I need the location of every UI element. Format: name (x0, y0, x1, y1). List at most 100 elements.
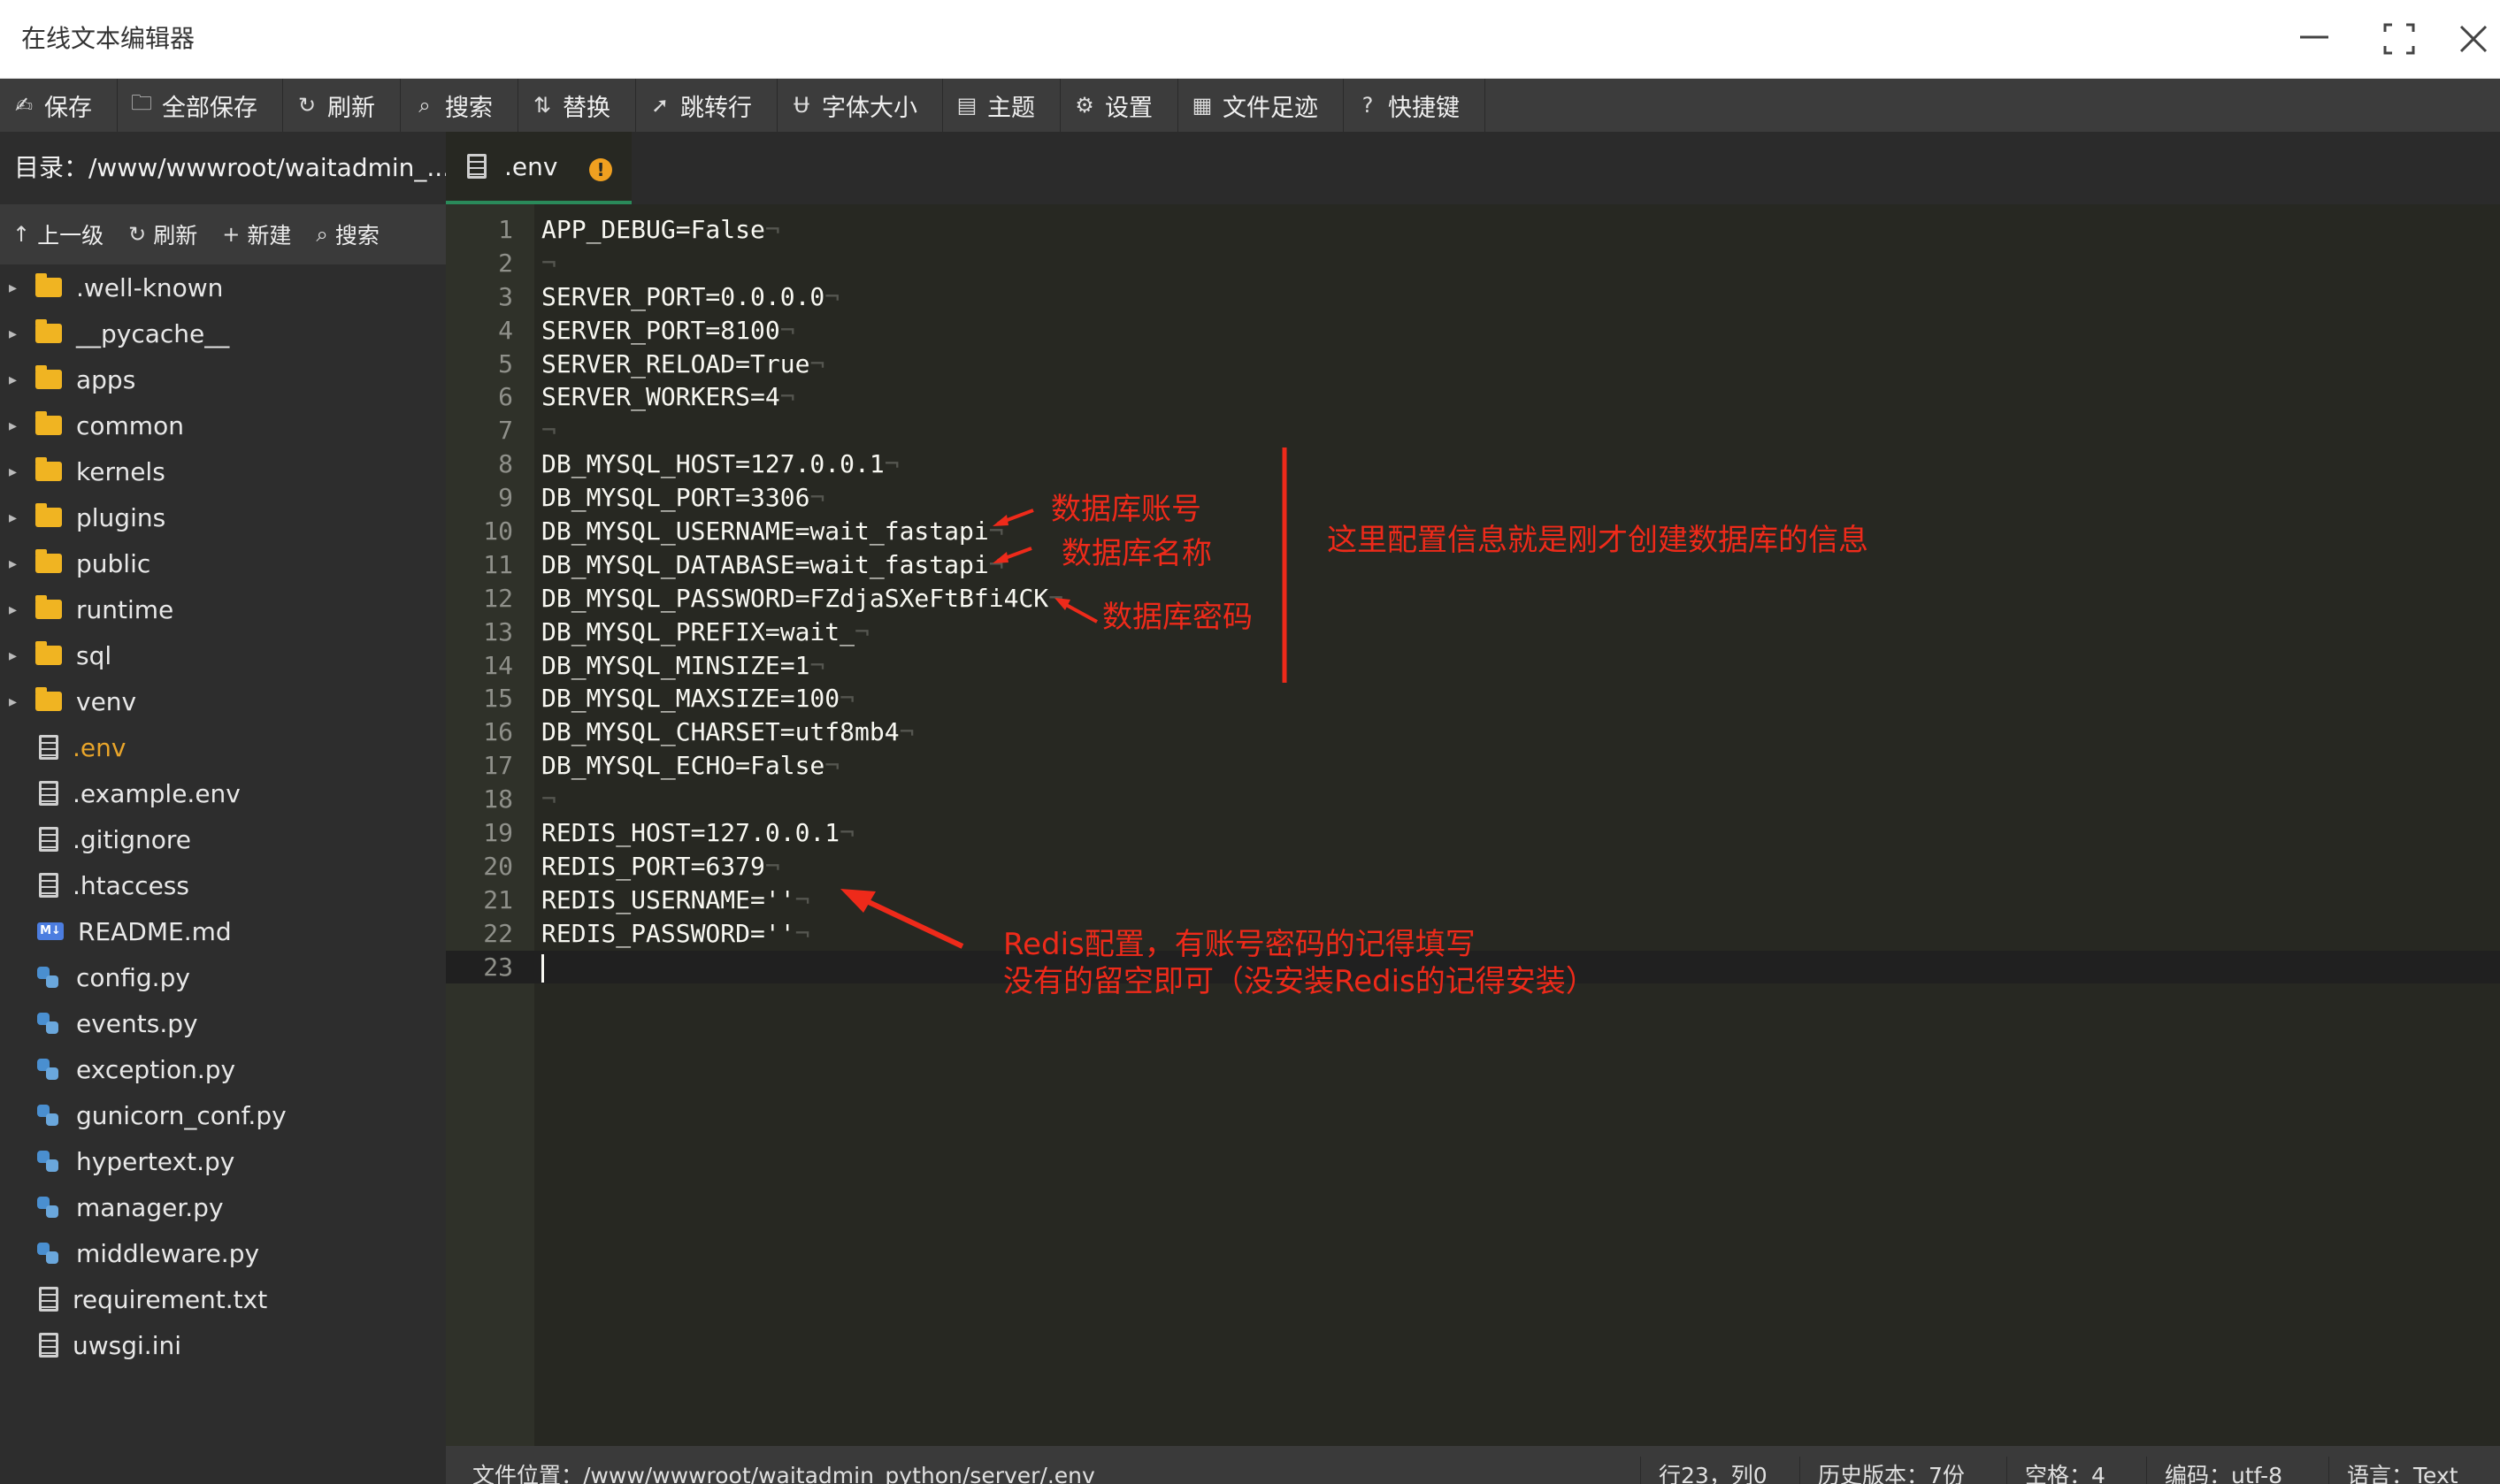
folder-item[interactable]: ▸ kernels (0, 448, 446, 494)
code-content: SERVER_WORKERS=4 (541, 382, 780, 412)
toolbar-button-6[interactable]: Ʉ 字体大小 (778, 79, 943, 132)
file-name: .example.env (73, 778, 241, 808)
folder-item[interactable]: ▸ .well-known (0, 264, 446, 310)
toolbar-button-7[interactable]: ▤ 主题 (943, 79, 1061, 132)
folder-icon (35, 273, 62, 297)
code-line[interactable]: 2 ¬ (446, 247, 2500, 280)
python-file-icon (37, 1243, 58, 1264)
expand-caret-icon: ▸ (9, 278, 18, 297)
code-lines[interactable]: 1 APP_DEBUG=False¬ 2 ¬ 3 SERVER_PORT=0.0.0.0¬… (446, 213, 2500, 984)
code-text: REDIS_USERNAME=''¬ (541, 884, 809, 917)
code-line[interactable]: 17 DB_MYSQL_ECHO=False¬ (446, 749, 2500, 783)
folder-item[interactable]: ▸ plugins (0, 494, 446, 540)
eol-marker: ¬ (884, 449, 900, 479)
code-line[interactable]: 3 SERVER_PORT=0.0.0.0¬ (446, 280, 2500, 314)
file-item[interactable]: exception.py (0, 1046, 446, 1092)
status-encoding[interactable]: 编码：utf-8 (2146, 1457, 2300, 1484)
explorer-tool-icon: ⌕ (316, 222, 328, 247)
file-item[interactable]: uwsgi.ini (0, 1322, 446, 1368)
folder-icon (35, 641, 62, 665)
line-number: 3 (498, 281, 513, 311)
toolbar-button-2[interactable]: ↻ 刷新 (283, 79, 401, 132)
file-item[interactable]: .example.env (0, 770, 446, 816)
toolbar-button-0[interactable]: ✍ 保存 (0, 79, 118, 132)
toolbar-button-10[interactable]: ? 快捷键 (1344, 79, 1485, 132)
tab-env[interactable]: .env ! (446, 132, 632, 204)
code-content: REDIS_USERNAME='' (541, 884, 795, 914)
eol-marker: ¬ (779, 382, 795, 412)
toolbar-icon: ▤ (956, 93, 978, 118)
explorer-tool-button-3[interactable]: ⌕ 搜索 (303, 204, 391, 264)
code-line[interactable]: 18 ¬ (446, 783, 2500, 816)
explorer-tool-button-0[interactable]: ↑ 上一级 (0, 204, 116, 264)
explorer-tool-button-1[interactable]: ↻ 刷新 (116, 204, 210, 264)
toolbar-button-8[interactable]: ⚙ 设置 (1061, 79, 1178, 132)
toolbar-button-9[interactable]: ▦ 文件足迹 (1178, 79, 1344, 132)
folder-item[interactable]: ▸ common (0, 402, 446, 448)
file-item[interactable]: .env (0, 724, 446, 770)
code-line[interactable]: 19 REDIS_HOST=127.0.0.1¬ (446, 816, 2500, 850)
eol-marker: ¬ (1048, 583, 1064, 613)
file-item[interactable]: requirement.txt (0, 1276, 446, 1322)
file-name: kernels (76, 456, 165, 486)
code-line[interactable]: 6 SERVER_WORKERS=4¬ (446, 380, 2500, 414)
folder-icon (35, 411, 62, 435)
toolbar-button-5[interactable]: ➚ 跳转行 (636, 79, 778, 132)
file-item[interactable]: manager.py (0, 1184, 446, 1230)
code-content: DB_MYSQL_HOST=127.0.0.1 (541, 449, 885, 479)
code-line[interactable]: 8 DB_MYSQL_HOST=127.0.0.1¬ (446, 447, 2500, 481)
explorer-tool-label: 刷新 (153, 223, 198, 249)
code-line[interactable]: 14 DB_MYSQL_MINSIZE=1¬ (446, 649, 2500, 683)
code-line[interactable]: 16 DB_MYSQL_CHARSET=utf8mb4¬ (446, 715, 2500, 749)
explorer-tool-label: 上一级 (37, 223, 104, 249)
code-line[interactable]: 5 SERVER_RELOAD=True¬ (446, 348, 2500, 381)
code-editor[interactable]: 1 APP_DEBUG=False¬ 2 ¬ 3 SERVER_PORT=0.0.0.0¬… (446, 204, 2500, 1446)
file-item[interactable]: config.py (0, 954, 446, 1000)
folder-item[interactable]: ▸ apps (0, 356, 446, 402)
toolbar-button-4[interactable]: ⇅ 替换 (518, 79, 636, 132)
file-item[interactable]: .htaccess (0, 862, 446, 908)
status-language[interactable]: 语言：Text (2328, 1457, 2476, 1484)
folder-item[interactable]: ▸ public (0, 540, 446, 586)
file-explorer: 目录：/www/wwwroot/waitadmin_... ↑ 上一级 ↻ 刷新 + 新建… (0, 132, 446, 1484)
code-content: DB_MYSQL_MINSIZE=1 (541, 650, 810, 680)
file-item[interactable]: gunicorn_conf.py (0, 1092, 446, 1138)
code-text (541, 951, 544, 984)
code-line[interactable]: 1 APP_DEBUG=False¬ (446, 213, 2500, 247)
status-history[interactable]: 历史版本：7份 (1799, 1457, 1982, 1484)
eol-marker: ¬ (855, 616, 870, 646)
code-line[interactable]: 12 DB_MYSQL_PASSWORD=FZdjaSXeFtBfi4CK¬ (446, 582, 2500, 616)
code-content: SERVER_RELOAD=True (541, 348, 810, 379)
toolbar-icon: ⌕ (418, 93, 431, 118)
folder-item[interactable]: ▸ sql (0, 632, 446, 678)
close-button[interactable] (2450, 16, 2496, 62)
expand-caret-icon: ▸ (9, 370, 18, 389)
file-item[interactable]: hypertext.py (0, 1138, 446, 1184)
folder-item[interactable]: ▸ __pycache__ (0, 310, 446, 356)
folder-item[interactable]: ▸ venv (0, 678, 446, 724)
maximize-button[interactable] (2376, 16, 2422, 62)
folder-icon (35, 365, 62, 389)
explorer-tool-button-2[interactable]: + 新建 (210, 204, 303, 264)
toolbar-button-label: 设置 (1105, 94, 1153, 122)
file-item[interactable]: middleware.py (0, 1230, 446, 1276)
file-item[interactable]: .gitignore (0, 816, 446, 862)
code-line[interactable]: 15 DB_MYSQL_MAXSIZE=100¬ (446, 682, 2500, 715)
code-line[interactable]: 13 DB_MYSQL_PREFIX=wait_¬ (446, 616, 2500, 649)
folder-item[interactable]: ▸ runtime (0, 586, 446, 632)
minimize-button[interactable] (2291, 16, 2337, 62)
toolbar-button-3[interactable]: ⌕ 搜索 (401, 79, 518, 132)
code-line[interactable]: 9 DB_MYSQL_PORT=3306¬ (446, 481, 2500, 515)
code-line[interactable]: 21 REDIS_USERNAME=''¬ (446, 884, 2500, 917)
status-indent[interactable]: 空格：4 (2006, 1457, 2123, 1484)
code-text: REDIS_PORT=6379¬ (541, 850, 780, 884)
fullscreen-icon (2383, 23, 2415, 55)
annotation-db-summary: 这里配置信息就是刚才创建数据库的信息 (1327, 523, 1868, 558)
file-item[interactable]: M↓ README.md (0, 908, 446, 954)
code-text: SERVER_PORT=8100¬ (541, 314, 795, 348)
toolbar-button-1[interactable]: 🗀 全部保存 (118, 79, 283, 132)
code-line[interactable]: 4 SERVER_PORT=8100¬ (446, 314, 2500, 348)
code-line[interactable]: 20 REDIS_PORT=6379¬ (446, 850, 2500, 884)
file-item[interactable]: events.py (0, 1000, 446, 1046)
code-line[interactable]: 7 ¬ (446, 414, 2500, 447)
